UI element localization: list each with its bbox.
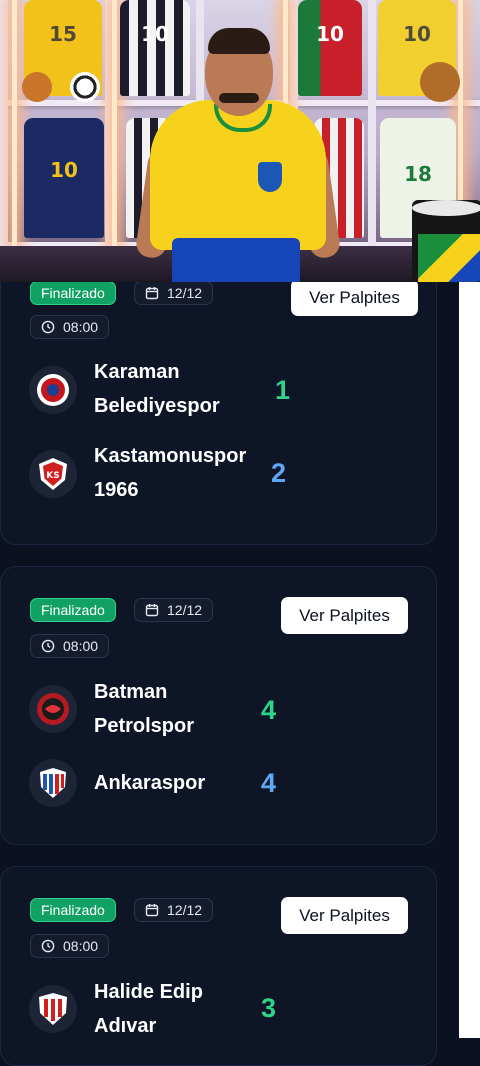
jersey: 10 [24,118,104,238]
ball [22,72,52,102]
team-logo-kastamonuspor: KS [29,450,77,498]
svg-text:KS: KS [46,471,59,481]
match-card: Finalizado 12/12 08:00 Ver Palpites Kara… [0,256,437,545]
shelf-post [368,0,376,282]
ball [70,72,100,102]
time-label: 08:00 [63,938,99,954]
time-badge: 08:00 [30,315,110,339]
led-light [112,0,117,250]
team-crest-icon [37,693,69,725]
calendar-icon [145,287,159,300]
date-badge: 12/12 [134,281,214,305]
time-label: 08:00 [63,319,99,335]
home-score: 1 [275,375,291,405]
team-name: Batman Petrolspor [94,681,195,737]
status-label: Finalizado [41,285,105,301]
home-score: 4 [261,695,277,725]
team-name: Ankaraspor [94,772,206,794]
team-crest-icon [39,993,67,1025]
clock-icon [41,939,55,953]
video-player[interactable]: 15 10 10 10 10 18 [0,0,480,282]
team-name: Halide Edip Adıvar [94,981,203,1037]
person-shorts [172,238,300,282]
team-name: Karaman Belediyespor [94,361,220,417]
shelf-post [0,0,8,282]
ball [420,62,460,102]
calendar-icon [145,904,159,917]
team-logo-halide-edip-adivar [29,985,77,1033]
ver-palpites-button[interactable]: Ver Palpites [291,279,418,316]
clock-icon [41,320,55,334]
date-label: 12/12 [167,285,203,301]
home-score: 3 [261,993,277,1023]
status-label: Finalizado [41,902,105,918]
time-badge: 08:00 [30,934,110,958]
team-name: Kastamonuspor 1966 [94,445,247,501]
match-card: Finalizado 12/12 08:00 Ver Palpites Batm… [0,566,437,845]
ver-palpites-button[interactable]: Ver Palpites [281,597,408,634]
jersey: 10 [298,0,362,96]
time-label: 08:00 [63,638,99,654]
status-badge: Finalizado [30,598,116,622]
ver-palpites-button[interactable]: Ver Palpites [281,897,408,934]
date-badge: 12/12 [134,898,214,922]
team-crest-icon [40,768,66,798]
person-mustache [219,93,259,103]
status-badge: Finalizado [30,898,116,922]
team-logo-batman-petrolspor [29,685,77,733]
team-logo-ankaraspor [29,759,77,807]
clock-icon [41,639,55,653]
jersey: 10 [120,0,190,96]
team-crest-icon: KS [39,458,67,490]
calendar-icon [145,604,159,617]
time-badge: 08:00 [30,634,110,658]
drum [412,200,480,282]
person-hair [208,28,270,54]
date-label: 12/12 [167,602,203,618]
away-score: 4 [261,768,277,798]
team-crest-icon [37,374,69,406]
match-card: Finalizado 12/12 08:00 Ver Palpites Hali… [0,866,437,1066]
status-label: Finalizado [41,602,105,618]
status-badge: Finalizado [30,281,116,305]
brazil-crest-icon [258,162,282,192]
team-logo-karaman [29,366,77,414]
date-badge: 12/12 [134,598,214,622]
away-score: 2 [271,458,287,488]
date-label: 12/12 [167,902,203,918]
led-light [12,0,17,250]
